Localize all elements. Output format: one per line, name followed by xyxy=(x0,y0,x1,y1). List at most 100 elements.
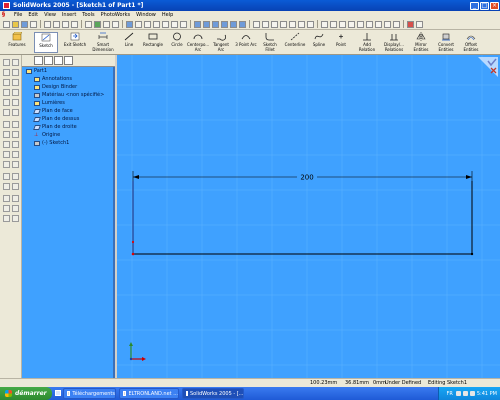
extend-tool-icon[interactable] xyxy=(171,20,178,28)
open-file-icon[interactable] xyxy=(12,20,19,28)
add-relation-button[interactable]: Add Relation xyxy=(356,32,378,53)
taskbar-item-browser[interactable]: ELTRONLAND.net ... xyxy=(119,388,179,399)
menu-file[interactable]: File xyxy=(11,12,25,18)
dimension-tool-icon[interactable] xyxy=(144,20,151,28)
offset-tool-icon[interactable] xyxy=(3,131,10,138)
chamfer-tool-icon[interactable] xyxy=(12,121,19,128)
construction-tool-icon[interactable] xyxy=(12,151,19,158)
scale-tool-icon[interactable] xyxy=(3,183,10,190)
tree-node-lights[interactable]: Lumières xyxy=(34,100,65,106)
graphics-area[interactable]: 200 xyxy=(117,55,500,378)
language-indicator[interactable]: FR xyxy=(446,391,452,397)
tree-node-part[interactable]: Part1 xyxy=(26,68,47,74)
standard-views-icon[interactable] xyxy=(321,20,328,28)
section-view-icon[interactable] xyxy=(307,20,314,28)
tree-node-origin[interactable]: ⊥ Origine xyxy=(34,132,60,138)
polygon-tool-icon[interactable] xyxy=(3,79,10,86)
photoworks-options-icon[interactable] xyxy=(416,20,423,28)
convert-tool-icon[interactable] xyxy=(12,131,19,138)
exit-sketch-button[interactable]: Exit Sketch xyxy=(62,32,88,53)
network-icon[interactable] xyxy=(455,391,461,396)
tree-node-front-plane[interactable]: Plan de face xyxy=(33,108,73,114)
maximize-button[interactable]: □ xyxy=(480,1,489,10)
solidworks-logo-icon[interactable]: § xyxy=(2,12,9,18)
features-button[interactable]: Features xyxy=(2,32,32,53)
centerline-button[interactable]: Centerline xyxy=(282,32,308,53)
shaded-with-edges-icon[interactable] xyxy=(280,20,287,28)
circle-tool-icon[interactable] xyxy=(12,79,19,86)
options-icon[interactable] xyxy=(103,20,110,28)
fix-tool-icon[interactable] xyxy=(12,205,19,212)
property-manager-tab-icon[interactable] xyxy=(44,56,53,65)
dynamic-mirror-tool-icon[interactable] xyxy=(12,161,19,168)
save-icon[interactable] xyxy=(21,20,28,28)
menu-photoworks[interactable]: PhotoWorks xyxy=(98,12,134,18)
sketch-tool-icon[interactable] xyxy=(3,59,10,66)
rectangle-tool-icon[interactable] xyxy=(3,69,10,76)
taskbar-item-downloads[interactable]: Téléchargements xyxy=(63,388,116,399)
copy-icon[interactable] xyxy=(53,20,60,28)
tree-node-annotations[interactable]: Annotations xyxy=(34,76,72,82)
tree-node-right-plane[interactable]: Plan de droite xyxy=(33,124,77,130)
zoom-in-out-icon[interactable] xyxy=(212,20,219,28)
taskbar-item-solidworks[interactable]: SolidWorks 2005 - [... xyxy=(182,388,244,399)
circular-pattern-tool-icon[interactable] xyxy=(12,195,19,202)
new-file-icon[interactable] xyxy=(3,20,10,28)
rotate-view-icon[interactable] xyxy=(230,20,237,28)
spline-button[interactable]: Spline xyxy=(310,32,328,53)
spline-tool-icon[interactable] xyxy=(3,99,10,106)
arc-tool-icon[interactable] xyxy=(3,89,10,96)
sketch-tool-icon[interactable] xyxy=(135,20,142,28)
zoom-selection-icon[interactable] xyxy=(221,20,228,28)
hidden-lines-visible-icon[interactable] xyxy=(262,20,269,28)
menu-tools[interactable]: Tools xyxy=(79,12,97,18)
photoworks-render-icon[interactable] xyxy=(407,20,414,28)
convert-entities-button[interactable]: Convert Entities xyxy=(434,32,458,53)
move-tool-icon[interactable] xyxy=(3,173,10,180)
point-button[interactable]: Point xyxy=(333,32,349,53)
dimension-value[interactable]: 200 xyxy=(300,174,313,182)
shadows-icon[interactable] xyxy=(298,20,305,28)
hidden-lines-removed-icon[interactable] xyxy=(271,20,278,28)
rebuild-icon[interactable] xyxy=(94,20,101,28)
tree-node-sketch1[interactable]: (-) Sketch1 xyxy=(34,140,69,146)
normal-to-icon[interactable] xyxy=(393,20,400,28)
display-relations-button[interactable]: Display/... Relations xyxy=(381,32,407,53)
tree-node-design-binder[interactable]: Design Binder xyxy=(34,84,77,90)
menu-edit[interactable]: Edit xyxy=(25,12,41,18)
top-view-icon[interactable] xyxy=(366,20,373,28)
snap-tool-icon[interactable] xyxy=(12,215,19,222)
construction-geometry-icon[interactable] xyxy=(180,20,187,28)
pan-icon[interactable] xyxy=(239,20,246,28)
copy-tool-icon[interactable] xyxy=(12,183,19,190)
parallelogram-tool-icon[interactable] xyxy=(12,69,19,76)
wireframe-icon[interactable] xyxy=(253,20,260,28)
sketch-fillet-button[interactable]: Sketch Fillet xyxy=(260,32,280,53)
centerpoint-arc-button[interactable]: Centerpo... Arc xyxy=(187,32,209,53)
zoom-area-icon[interactable] xyxy=(203,20,210,28)
sketch-canvas[interactable]: 200 xyxy=(117,55,500,378)
three-point-arc-button[interactable]: 3 Point Arc xyxy=(234,32,258,53)
circle-button[interactable]: Circle xyxy=(168,32,186,53)
extend-tool-icon[interactable] xyxy=(12,141,19,148)
volume-icon[interactable] xyxy=(462,391,468,396)
centerline-tool-icon[interactable] xyxy=(3,109,10,116)
sketch-button[interactable]: Sketch xyxy=(34,32,58,53)
menu-help[interactable]: Help xyxy=(159,12,176,18)
sketch-midpoint[interactable] xyxy=(131,240,135,244)
grid-tool-icon[interactable] xyxy=(3,215,10,222)
menu-insert[interactable]: Insert xyxy=(59,12,79,18)
relation-tool-icon[interactable] xyxy=(3,205,10,212)
front-view-icon[interactable] xyxy=(330,20,337,28)
line-button[interactable]: Line xyxy=(120,32,138,53)
rotate-tool-icon[interactable] xyxy=(12,173,19,180)
select-icon[interactable] xyxy=(85,20,92,28)
zoom-to-fit-icon[interactable] xyxy=(194,20,201,28)
ellipse-tool-icon[interactable] xyxy=(12,89,19,96)
fillet-tool-icon[interactable] xyxy=(3,121,10,128)
line-tool-icon[interactable] xyxy=(12,59,19,66)
menu-view[interactable]: View xyxy=(41,12,59,18)
tree-node-material[interactable]: Matériau <non spécifié> xyxy=(34,92,104,98)
left-view-icon[interactable] xyxy=(348,20,355,28)
tangent-arc-button[interactable]: Tangent Arc xyxy=(210,32,232,53)
